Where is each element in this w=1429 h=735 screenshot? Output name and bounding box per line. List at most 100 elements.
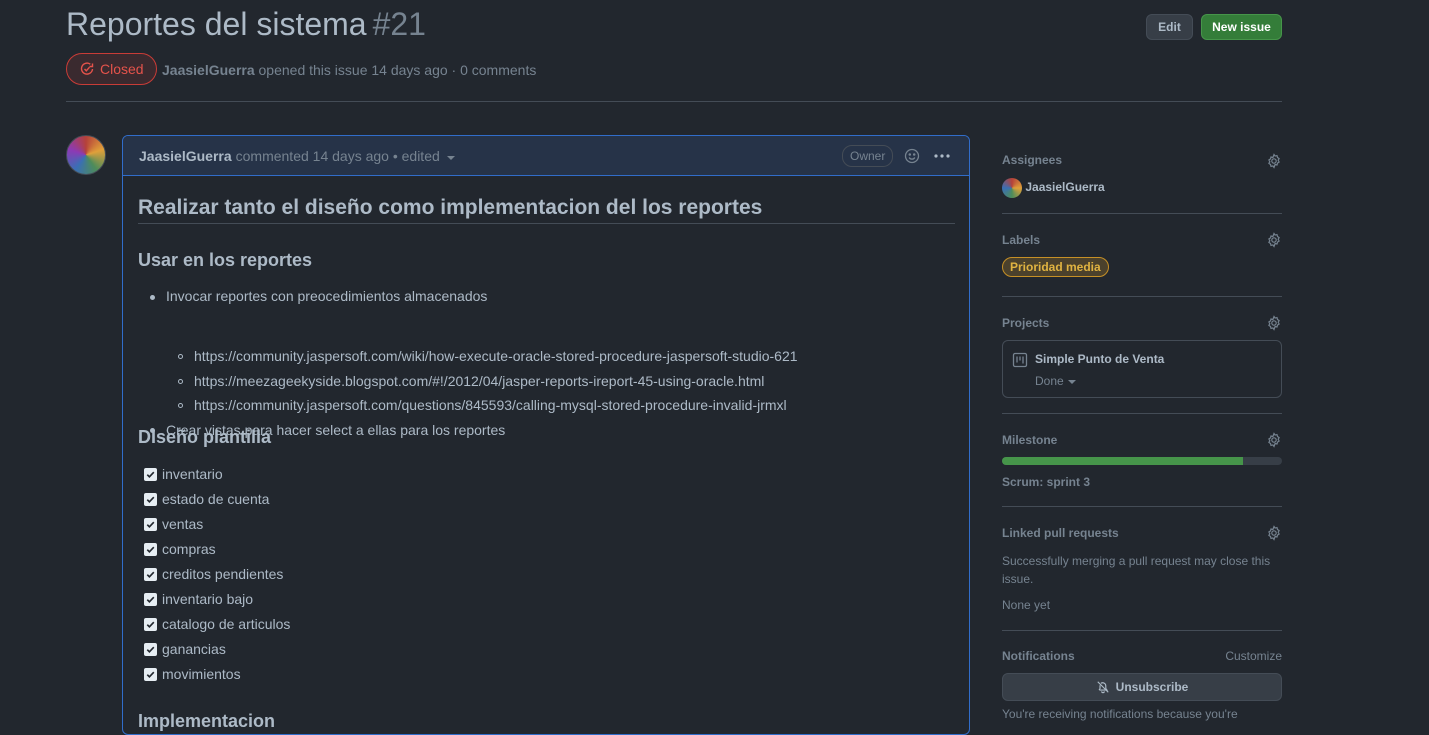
reference-link[interactable]: https://meezageekyside.blogspot.com/#!/2… (194, 373, 764, 389)
reference-link[interactable]: https://community.jaspersoft.com/wiki/ho… (194, 348, 798, 364)
task-checkbox[interactable] (144, 593, 157, 606)
chevron-down-icon (1067, 380, 1076, 384)
project-column: Done (1035, 374, 1064, 388)
status-label: Closed (100, 61, 144, 77)
bullet (150, 295, 155, 300)
issue-author-link[interactable]: JaasielGuerra (162, 62, 255, 78)
heading-rule (138, 223, 955, 224)
unsubscribe-button[interactable]: Unsubscribe (1002, 673, 1282, 701)
assignees-section: Assignees (1002, 153, 1282, 173)
task-checkbox[interactable] (144, 543, 157, 556)
page-title: Reportes del sistema #21 (66, 6, 426, 43)
section-title-usar: Usar en los reportes (138, 250, 313, 270)
linked-prs-title: Linked pull requests (1002, 526, 1119, 540)
edit-button[interactable]: Edit (1146, 14, 1193, 40)
task-label: movimientos (162, 666, 241, 682)
sidebar-divider (1002, 296, 1282, 297)
check-icon (146, 671, 155, 678)
label-list: Prioridad media (1002, 257, 1282, 277)
sidebar-divider (1002, 630, 1282, 631)
check-icon (146, 521, 155, 528)
new-issue-button[interactable]: New issue (1201, 14, 1282, 40)
section-title-implementacion: Implementacion (138, 711, 276, 731)
gear-icon[interactable] (1266, 432, 1282, 448)
task-label: inventario bajo (162, 591, 254, 607)
customize-link[interactable]: Customize (1225, 649, 1282, 663)
kebab-menu-icon[interactable] (933, 148, 951, 164)
edit-history-dropdown[interactable] (446, 155, 455, 160)
gear-icon[interactable] (1266, 525, 1282, 541)
milestone-section: Milestone (1002, 432, 1282, 448)
task-checkbox[interactable] (144, 643, 157, 656)
gear-icon[interactable] (1266, 315, 1282, 331)
project-status-dropdown[interactable]: Done (1035, 374, 1076, 388)
linked-prs-description: Successfully merging a pull request may … (1002, 554, 1271, 586)
task-label: catalogo de articulos (162, 616, 291, 632)
comment-box: JaasielGuerra commented 14 days ago • ed… (122, 135, 970, 735)
task-label: creditos pendientes (162, 566, 284, 582)
comment-author-link[interactable]: JaasielGuerra (139, 148, 232, 164)
issue-closed-icon (80, 62, 94, 75)
task-checkbox[interactable] (144, 568, 157, 581)
assignee-avatar (1002, 178, 1022, 198)
check-icon (146, 621, 155, 628)
projects-title: Projects (1002, 316, 1050, 330)
task-label: inventario (162, 466, 223, 482)
notifications-section: Notifications Customize (1002, 649, 1282, 663)
avatar[interactable] (66, 135, 106, 175)
assignee-item[interactable]: JaasielGuerra (1002, 178, 1282, 198)
milestone-title: Milestone (1002, 433, 1058, 447)
check-icon (146, 471, 155, 478)
milestone-progress-fill (1002, 457, 1243, 465)
labels-section: Labels (1002, 232, 1282, 248)
sidebar-divider (1002, 506, 1282, 507)
header-divider (66, 101, 1282, 102)
label-prioridad-media[interactable]: Prioridad media (1002, 257, 1109, 277)
project-name[interactable]: Simple Punto de Venta (1035, 352, 1164, 366)
gear-icon[interactable] (1266, 153, 1282, 169)
owner-badge: Owner (842, 145, 894, 167)
check-icon (146, 646, 155, 653)
task-checkbox[interactable] (144, 668, 157, 681)
assignee-name[interactable]: JaasielGuerra (1025, 180, 1104, 194)
task-label: ganancias (162, 641, 226, 657)
issue-number: #21 (372, 6, 426, 42)
task-label: estado de cuenta (162, 491, 270, 507)
issue-meta: JaasielGuerra opened this issue 14 days … (162, 62, 536, 78)
notifications-reason: You're receiving notifications because y… (1002, 707, 1238, 721)
check-icon (146, 571, 155, 578)
smiley-icon[interactable] (904, 148, 920, 164)
milestone-progress-bar (1002, 457, 1282, 465)
sub-bullet (178, 354, 183, 359)
project-card[interactable]: Simple Punto de Venta Done (1002, 340, 1282, 398)
linked-prs-value: None yet (1002, 598, 1051, 612)
milestone-name[interactable]: Scrum: sprint 3 (1002, 475, 1282, 489)
task-checkbox[interactable] (144, 518, 157, 531)
task-checkbox[interactable] (144, 468, 157, 481)
check-icon (146, 546, 155, 553)
check-icon (146, 496, 155, 503)
sub-bullet (178, 379, 183, 384)
task-label: compras (162, 541, 216, 557)
check-icon (146, 596, 155, 603)
task-checkbox[interactable] (144, 618, 157, 631)
linked-prs-section: Linked pull requests (1002, 525, 1282, 541)
sidebar-divider (1002, 213, 1282, 214)
issue-meta-text: opened this issue 14 days ago · 0 commen… (258, 62, 537, 78)
labels-title: Labels (1002, 233, 1041, 247)
task-checkbox[interactable] (144, 493, 157, 506)
projects-section: Projects (1002, 315, 1282, 331)
reference-link[interactable]: https://community.jaspersoft.com/questio… (194, 397, 787, 413)
assignees-title: Assignees (1002, 153, 1063, 167)
status-badge: Closed (66, 53, 157, 85)
unsubscribe-label: Unsubscribe (1115, 680, 1189, 694)
comment-heading: Realizar tanto el diseño como implementa… (138, 196, 763, 219)
bell-slash-icon (1097, 681, 1109, 694)
gear-icon[interactable] (1266, 232, 1282, 248)
section-title-diseno: DIseño plantilla (138, 427, 272, 447)
sidebar-divider (1002, 413, 1282, 414)
issue-title: Reportes del sistema (66, 6, 367, 42)
list-item: Invocar reportes con preocedimientos alm… (166, 288, 488, 304)
task-label: ventas (162, 516, 204, 532)
project-board-icon (1012, 352, 1028, 368)
